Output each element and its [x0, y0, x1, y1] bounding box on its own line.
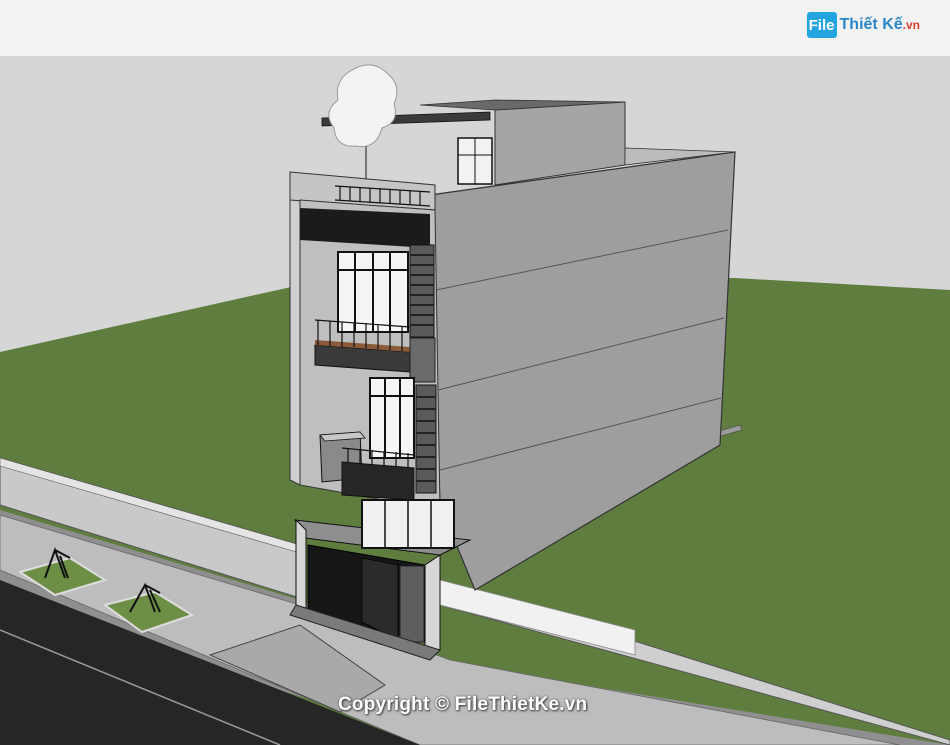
facade-frame-left — [289, 174, 301, 486]
logo-name: Thiết Kế — [839, 16, 903, 33]
copyright-watermark: Copyright © FileThietKe.vn — [338, 694, 588, 715]
window-second-floor — [369, 377, 415, 459]
logo-text: Thiết Kế.vn — [840, 16, 920, 34]
vertical-louvers — [409, 244, 435, 338]
stone-panel — [409, 337, 436, 383]
ground-floor-frame-right — [424, 554, 441, 651]
3d-model-scene — [0, 56, 950, 745]
ground-floor-frame — [295, 518, 307, 611]
site-logo[interactable]: File Thiết Kế.vn — [806, 12, 920, 38]
stone-panel — [399, 565, 425, 643]
logo-tld: .vn — [902, 18, 920, 32]
logo-box: File — [806, 12, 837, 38]
top-banner: File Thiết Kế.vn — [0, 0, 950, 57]
vertical-louvers — [415, 384, 437, 494]
